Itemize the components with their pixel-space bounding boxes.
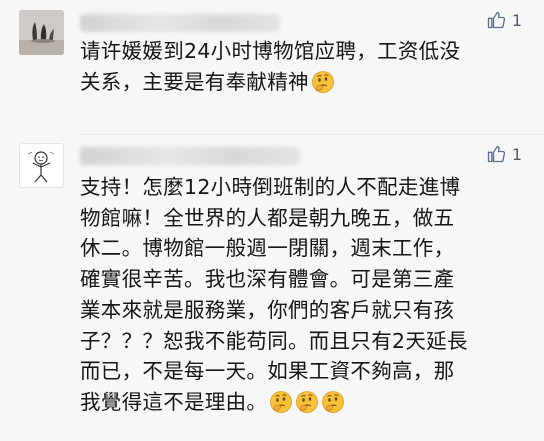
avatar[interactable] — [19, 143, 64, 188]
comment-text: 请许媛媛到24小时博物馆应聘，工资低没 关系，主要是有奉献精神 — [80, 39, 461, 94]
thumbs-up-icon — [487, 145, 505, 163]
avatar-image — [19, 10, 64, 55]
comment-item: 1 支持！怎麼12小時倒班制的人不配走進博 物館嘛！全世界的人都是朝九晚五，做五… — [0, 138, 544, 441]
like-button[interactable]: 1 — [486, 10, 522, 30]
avatar[interactable] — [19, 10, 64, 55]
username-blurred — [80, 14, 280, 32]
comment-item: 1 请许媛媛到24小时博物馆应聘，工资低没 关系，主要是有奉献精神 — [0, 0, 544, 135]
username-blurred — [80, 147, 300, 165]
thumbs-up-icon — [487, 11, 505, 29]
thinking-face-emoji — [311, 70, 334, 93]
thinking-face-emoji — [270, 391, 293, 413]
like-count: 1 — [511, 144, 522, 164]
like-button[interactable]: 1 — [486, 144, 522, 164]
comment-text: 支持！怎麼12小時倒班制的人不配走進博 物館嘛！全世界的人都是朝九晚五，做五 休… — [80, 175, 468, 414]
avatar-image — [20, 144, 63, 187]
like-count: 1 — [511, 10, 522, 30]
thinking-face-emoji — [322, 391, 345, 413]
thinking-face-emoji — [296, 391, 319, 413]
divider — [80, 134, 544, 135]
